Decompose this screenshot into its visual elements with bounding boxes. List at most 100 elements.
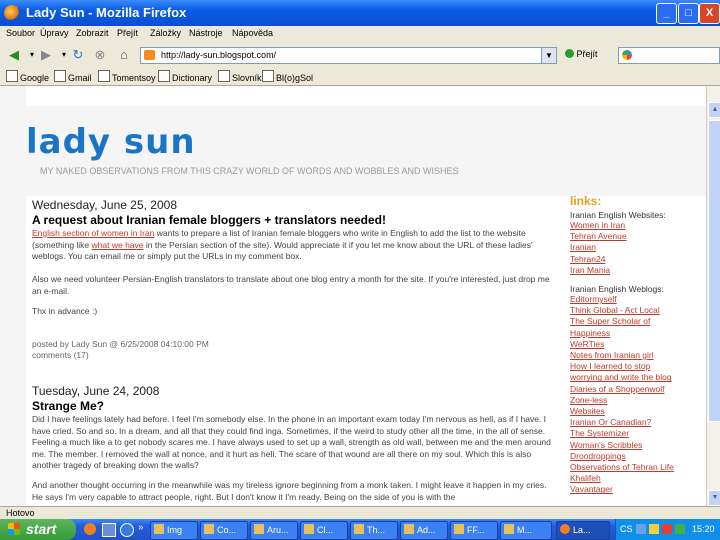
bookmarks-toolbar: Google Gmail Tomentsoy Dictionary Slovní… bbox=[0, 67, 720, 86]
taskbar-button[interactable]: Img bbox=[150, 521, 198, 540]
sidebar-link[interactable]: Tehran24 bbox=[570, 254, 700, 265]
menu-bookmarks[interactable]: Záložky bbox=[150, 28, 181, 38]
scrollbar-thumb[interactable] bbox=[708, 120, 720, 422]
taskbar-button[interactable]: Ad... bbox=[400, 521, 448, 540]
desktop-quicklaunch-icon[interactable] bbox=[102, 523, 116, 537]
sidebar-link[interactable]: Droodroppings bbox=[570, 451, 700, 462]
quicklaunch-more-icon[interactable]: » bbox=[138, 522, 144, 533]
post-title[interactable]: A request about Iranian female bloggers … bbox=[32, 213, 386, 227]
menu-go[interactable]: Přejít bbox=[117, 28, 138, 38]
tray-icon[interactable] bbox=[662, 524, 672, 534]
sidebar-link[interactable]: Iranian bbox=[570, 242, 700, 253]
bookmark-blogsol[interactable]: Bl(o)gSol bbox=[262, 70, 313, 83]
status-bar: Hotovo bbox=[0, 506, 720, 520]
ie-quicklaunch-icon[interactable] bbox=[120, 523, 134, 537]
taskbar-button[interactable]: Th... bbox=[350, 521, 398, 540]
bookmark-google[interactable]: Google bbox=[6, 70, 49, 83]
stop-icon[interactable]: ⊗ bbox=[92, 47, 108, 63]
firefox-icon bbox=[560, 524, 570, 534]
tray-icon[interactable] bbox=[675, 524, 685, 534]
bookmark-slovnik[interactable]: Slovník bbox=[218, 70, 262, 83]
left-margin bbox=[0, 86, 26, 506]
bookmark-gmail[interactable]: Gmail bbox=[54, 70, 92, 83]
bookmark-tomentsoy[interactable]: Tomentsoy bbox=[98, 70, 156, 83]
blog-title[interactable]: lady sun bbox=[26, 122, 196, 162]
vertical-scrollbar[interactable]: ▲ ▼ bbox=[706, 86, 720, 506]
back-icon[interactable]: ◀ bbox=[6, 47, 22, 63]
taskbar-button[interactable]: M... bbox=[500, 521, 552, 540]
menu-file[interactable]: Soubor bbox=[6, 28, 35, 38]
app-icon bbox=[304, 524, 314, 534]
app-icon bbox=[454, 524, 464, 534]
menu-edit[interactable]: Úpravy bbox=[40, 28, 69, 38]
taskbar-button[interactable]: Aru... bbox=[250, 521, 298, 540]
clock[interactable]: 15:20 bbox=[692, 524, 715, 534]
sidebar-link[interactable]: Diaries of a Shoppenwolf bbox=[570, 384, 700, 395]
menu-view[interactable]: Zobrazit bbox=[76, 28, 109, 38]
start-button[interactable]: start bbox=[0, 519, 76, 540]
taskbar-button[interactable]: FF... bbox=[450, 521, 498, 540]
women-in-iran-link[interactable]: English section of women in Iran bbox=[32, 228, 154, 238]
google-icon bbox=[622, 50, 632, 60]
scroll-down-icon[interactable]: ▼ bbox=[708, 490, 720, 506]
sidebar-link[interactable]: Websites bbox=[570, 406, 700, 417]
menu-tools[interactable]: Nástroje bbox=[189, 28, 223, 38]
sidebar-link[interactable]: Tehran Avenue bbox=[570, 231, 700, 242]
go-icon bbox=[565, 49, 574, 58]
navigation-toolbar: ◀ ▾ ▶ ▾ ↻ ⊗ ⌂ http://lady-sun.blogspot.c… bbox=[0, 43, 720, 68]
app-icon bbox=[404, 524, 414, 534]
sidebar-link[interactable]: Khalifeh bbox=[570, 473, 700, 484]
sidebar-link[interactable]: The Super Scholar of bbox=[570, 316, 700, 327]
taskbar-button-active[interactable]: La... bbox=[556, 521, 610, 540]
post-title[interactable]: Strange Me? bbox=[32, 399, 104, 413]
post-paragraph: Did I have feelings lately had before. I… bbox=[32, 414, 551, 470]
sidebar-link[interactable]: Woman's Scribbles bbox=[570, 440, 700, 451]
close-button[interactable]: X bbox=[699, 3, 720, 24]
bookmark-icon bbox=[54, 70, 66, 82]
sidebar-link[interactable]: Observations of Tehran Life bbox=[570, 462, 700, 473]
sidebar-link[interactable]: The Systemizer bbox=[570, 428, 700, 439]
address-bar[interactable]: http://lady-sun.blogspot.com/ ▼ bbox=[140, 47, 557, 64]
sidebar-link[interactable]: Zone-less bbox=[570, 395, 700, 406]
sidebar-link[interactable]: worrying and write the blog bbox=[570, 372, 700, 383]
page-content: lady sun MY NAKED OBSERVATIONS FROM THIS… bbox=[0, 86, 706, 506]
sidebar-link[interactable]: Vavantager bbox=[570, 484, 700, 495]
sidebar-link[interactable]: Think Global - Act Local bbox=[570, 305, 700, 316]
tray-icon[interactable] bbox=[649, 524, 659, 534]
window-title: Lady Sun - Mozilla Firefox bbox=[26, 5, 187, 20]
sidebar-group-title: Iranian English Weblogs: bbox=[570, 284, 664, 295]
bookmark-dictionary[interactable]: Dictionary bbox=[158, 70, 212, 83]
go-label: Přejít bbox=[576, 49, 598, 59]
sidebar-links: links: Iranian English Websites: Women i… bbox=[570, 194, 700, 496]
sidebar-link[interactable]: Women in Iran bbox=[570, 220, 700, 231]
sidebar-link[interactable]: Editormyself bbox=[570, 294, 700, 305]
taskbar-button[interactable]: Cl... bbox=[300, 521, 348, 540]
reload-icon[interactable]: ↻ bbox=[70, 47, 86, 63]
tray-icon[interactable] bbox=[636, 524, 646, 534]
scroll-up-icon[interactable]: ▲ bbox=[708, 102, 720, 118]
sidebar-link[interactable]: Notes from Iranian girl bbox=[570, 350, 700, 361]
app-icon bbox=[354, 524, 364, 534]
comments-link[interactable]: comments (17) bbox=[32, 350, 89, 360]
taskbar-button[interactable]: Co... bbox=[200, 521, 248, 540]
home-icon[interactable]: ⌂ bbox=[116, 47, 132, 63]
sidebar-link[interactable]: How I learned to stop bbox=[570, 361, 700, 372]
sidebar-link[interactable]: WeRTies bbox=[570, 339, 700, 350]
post-footer[interactable]: posted by Lady Sun @ 6/25/2008 04:10:00 … bbox=[32, 339, 209, 349]
address-dropdown-icon[interactable]: ▼ bbox=[541, 48, 556, 63]
sidebar-link[interactable]: Iran Mania bbox=[570, 265, 700, 276]
go-button[interactable]: Přejít bbox=[565, 49, 598, 59]
forward-icon[interactable]: ▶ bbox=[38, 47, 54, 63]
maximize-button[interactable]: □ bbox=[678, 3, 699, 24]
firefox-quicklaunch-icon[interactable] bbox=[84, 523, 96, 535]
menu-help[interactable]: Nápověda bbox=[232, 28, 273, 38]
minimize-button[interactable]: _ bbox=[656, 3, 677, 24]
windows-logo-icon bbox=[8, 523, 20, 535]
language-indicator[interactable]: CS bbox=[620, 524, 633, 534]
what-we-have-link[interactable]: what we have bbox=[92, 240, 144, 250]
sidebar-link[interactable]: Happiness bbox=[570, 328, 700, 339]
system-tray: CS 15:20 bbox=[615, 519, 720, 540]
search-input[interactable] bbox=[618, 47, 720, 64]
bookmark-icon bbox=[262, 70, 274, 82]
sidebar-link[interactable]: Iranian Or Canadian? bbox=[570, 417, 700, 428]
